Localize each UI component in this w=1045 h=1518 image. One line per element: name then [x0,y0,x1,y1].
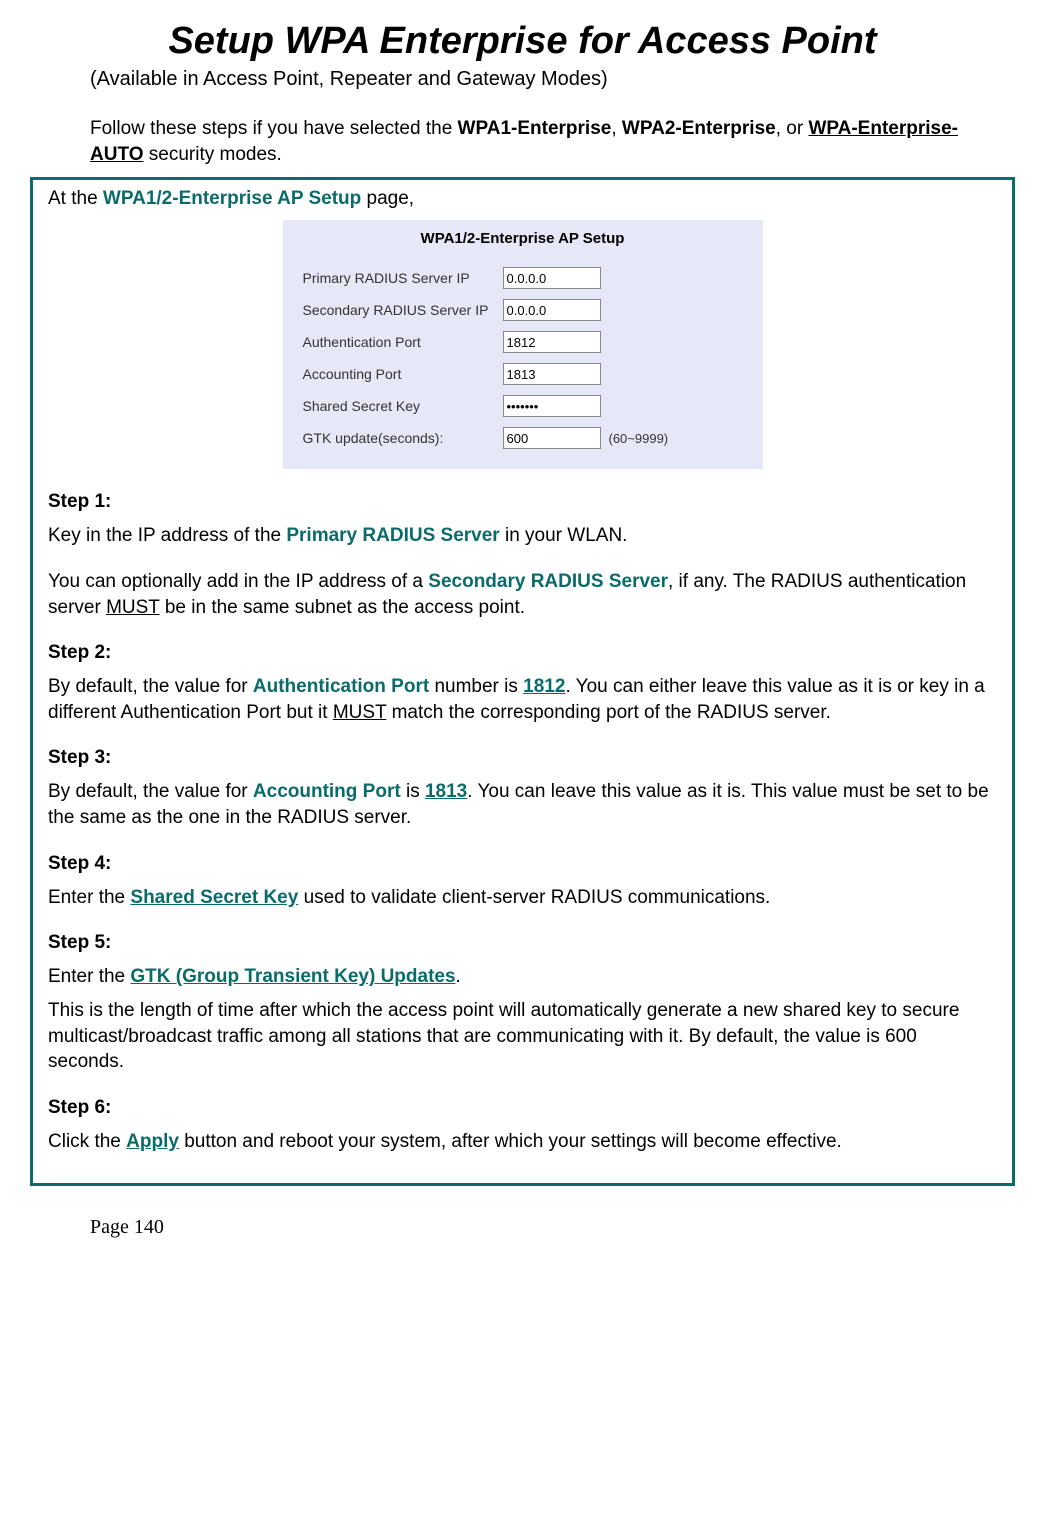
form-row-primary: Primary RADIUS Server IP [303,267,743,289]
step3-t1b: Accounting Port [253,781,401,802]
step2-t1f: MUST [333,702,386,723]
secondary-radius-label: Secondary RADIUS Server IP [303,302,503,318]
secondary-radius-input[interactable] [503,299,601,321]
step2-t1c: number is [429,676,523,697]
step6-t1c: button and reboot your system, after whi… [179,1131,842,1152]
step6-text: Click the Apply button and reboot your s… [48,1129,997,1155]
intro-text: Follow these steps if you have selected … [90,116,975,167]
form-row-auth: Authentication Port [303,331,743,353]
step1-t1a: Key in the IP address of the [48,525,286,546]
step1-text1: Key in the IP address of the Primary RAD… [48,523,997,549]
auth-port-label: Authentication Port [303,334,503,350]
step5-t1a: Enter the [48,966,130,987]
at-suffix: page, [361,188,414,209]
acct-port-label: Accounting Port [303,366,503,382]
step4-t1c: used to validate client-server RADIUS co… [298,887,770,908]
step3-t1a: By default, the value for [48,781,253,802]
step3-text: By default, the value for Accounting Por… [48,779,997,830]
at-line: At the WPA1/2-Enterprise AP Setup page, [48,188,997,210]
gtk-range: (60~9999) [609,431,669,446]
form-row-secret: Shared Secret Key [303,395,743,417]
intro-mode2: WPA2-Enterprise [622,118,776,139]
form-row-acct: Accounting Port [303,363,743,385]
step2-t1b: Authentication Port [253,676,429,697]
step5-t1c: . [456,966,461,987]
step3-t1d: 1813 [425,781,467,802]
secret-key-input[interactable] [503,395,601,417]
step2-t1a: By default, the value for [48,676,253,697]
step6-label: Step 6: [48,1097,997,1119]
page-title: Setup WPA Enterprise for Access Point [30,20,1015,63]
intro-suffix: security modes. [143,144,281,165]
step1-t2e: be in the same subnet as the access poin… [160,597,525,618]
step5-t1b: GTK (Group Transient Key) Updates [130,966,455,987]
step2-label: Step 2: [48,642,997,664]
step5-label: Step 5: [48,932,997,954]
intro-sep2: , or [776,118,809,139]
auth-port-input[interactable] [503,331,601,353]
step1-t1b: Primary RADIUS Server [286,525,499,546]
at-prefix: At the [48,188,103,209]
primary-radius-label: Primary RADIUS Server IP [303,270,503,286]
primary-radius-input[interactable] [503,267,601,289]
step1-label: Step 1: [48,491,997,513]
form-row-secondary: Secondary RADIUS Server IP [303,299,743,321]
at-page: WPA1/2-Enterprise AP Setup [103,188,361,209]
step1-t1c: in your WLAN. [500,525,628,546]
instruction-box: At the WPA1/2-Enterprise AP Setup page, … [30,177,1015,1185]
page-number: Page 140 [90,1216,1015,1239]
step4-t1b: Shared Secret Key [130,887,298,908]
intro-sep1: , [611,118,622,139]
step2-t1g: match the corresponding port of the RADI… [386,702,831,723]
intro-mode1: WPA1-Enterprise [458,118,612,139]
step2-t1d: 1812 [523,676,565,697]
step2-text: By default, the value for Authentication… [48,674,997,725]
setup-screenshot: WPA1/2-Enterprise AP Setup Primary RADIU… [283,220,763,469]
acct-port-input[interactable] [503,363,601,385]
step4-label: Step 4: [48,853,997,875]
step1-text2: You can optionally add in the IP address… [48,569,997,620]
form-row-gtk: GTK update(seconds): (60~9999) [303,427,743,449]
screenshot-title: WPA1/2-Enterprise AP Setup [303,230,743,247]
step3-t1c: is [401,781,425,802]
step1-t2b: Secondary RADIUS Server [428,571,668,592]
secret-key-label: Shared Secret Key [303,398,503,414]
step5-text1: Enter the GTK (Group Transient Key) Upda… [48,964,997,990]
page-subtitle: (Available in Access Point, Repeater and… [90,68,1015,91]
gtk-label: GTK update(seconds): [303,430,503,446]
step6-t1b: Apply [126,1131,179,1152]
step3-label: Step 3: [48,747,997,769]
intro-prefix: Follow these steps if you have selected … [90,118,458,139]
step4-text: Enter the Shared Secret Key used to vali… [48,885,997,911]
step5-text2: This is the length of time after which t… [48,998,997,1075]
step1-t2d: MUST [106,597,159,618]
step6-t1a: Click the [48,1131,126,1152]
step4-t1a: Enter the [48,887,130,908]
step1-t2a: You can optionally add in the IP address… [48,571,428,592]
gtk-input[interactable] [503,427,601,449]
